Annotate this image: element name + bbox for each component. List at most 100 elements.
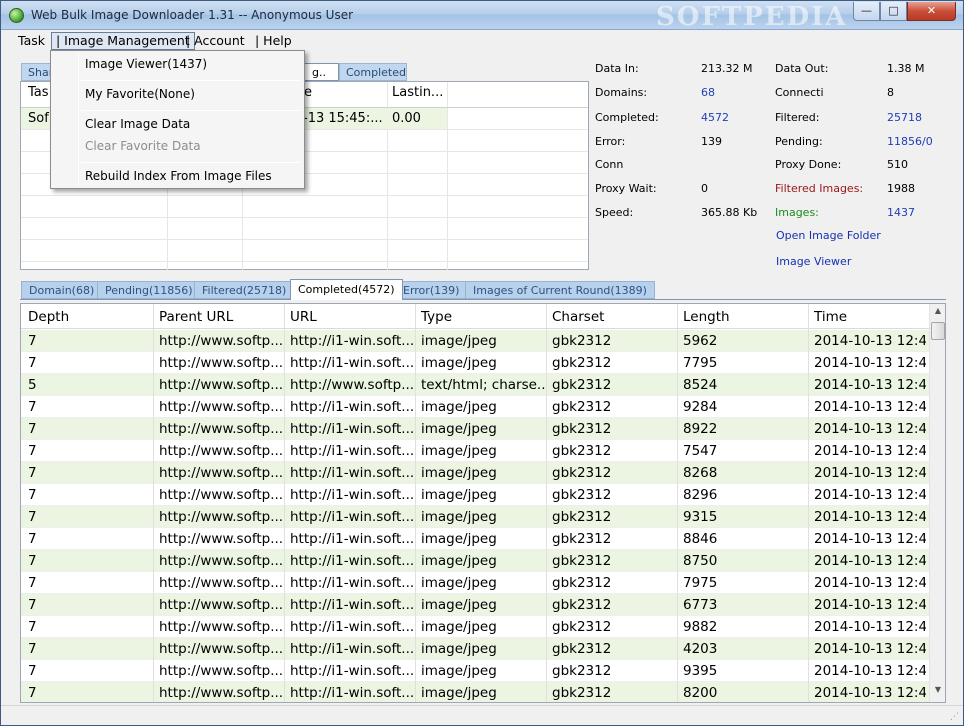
stat-proxy-done: 510 [887,158,908,171]
stat-connections-label: Connecti [775,86,824,99]
header-type[interactable]: Type [421,309,452,325]
completed-table[interactable]: Depth Parent URL URL Type Charset Length… [20,303,946,703]
scroll-down-icon[interactable]: ▼ [930,685,945,700]
table-cell: http://www.softp... [159,399,283,415]
table-row[interactable]: 7 http://www.softp... http://i1-win.soft..… [21,528,929,550]
menu-bar: Task | Image Management | Account | Help [1,31,963,51]
table-cell: 2014-10-13 12:4... [814,333,926,349]
table-row[interactable]: 7 http://www.softp... http://i1-win.soft..… [21,484,929,506]
tab-filtered[interactable]: Filtered(25718) [194,281,295,299]
tab-error[interactable]: Error(139) [395,281,468,299]
window-title: Web Bulk Image Downloader 1.31 -- Anonym… [31,8,354,22]
table-cell: http://i1-win.soft... [290,333,414,349]
table-row[interactable]: 7 http://www.softp... http://i1-win.soft..… [21,506,929,528]
table-row[interactable]: 7 http://www.softp... http://i1-win.soft..… [21,572,929,594]
menu-image-management[interactable]: | Image Management [51,32,195,50]
minimize-button[interactable]: — [853,2,880,21]
header-depth[interactable]: Depth [28,309,69,325]
table-row[interactable]: 7 http://www.softp... http://i1-win.soft..… [21,550,929,572]
tab-domain-label: Domain(68) [29,284,95,297]
close-button[interactable]: ✕ [907,2,956,21]
col-divider [546,304,547,702]
stat-conn-label: Conn [595,158,624,171]
table-row[interactable]: 7 http://www.softp... http://i1-win.soft..… [21,352,929,374]
table-cell: text/html; charse... [421,377,545,393]
tab-completed-label: Completed [346,66,406,79]
open-image-folder-link[interactable]: Open Image Folder [776,229,881,242]
stat-domains: 68 [701,86,715,99]
table-cell: http://www.softp... [159,685,283,701]
table-cell: http://www.softp... [159,663,283,679]
table-row[interactable]: 7 http://www.softp... http://i1-win.soft..… [21,396,929,418]
table-cell: 2014-10-13 12:4... [814,509,926,525]
stat-speed: 365.88 Kb [701,206,758,219]
tab-completed-tasks[interactable]: Completed [339,63,407,81]
table-row[interactable]: 7 http://www.softp... http://i1-win.soft..… [21,660,929,682]
image-viewer-link[interactable]: Image Viewer [776,255,851,268]
table-cell: 9284 [683,399,718,415]
table-cell: 8268 [683,465,718,481]
tab-domain[interactable]: Domain(68) [21,281,103,299]
tab-images-current-round[interactable]: Images of Current Round(1389) [465,281,655,299]
table-cell: http://i1-win.soft... [290,575,414,591]
table-header: Depth Parent URL URL Type Charset Length… [21,304,929,329]
maximize-icon: □ [888,4,899,17]
tab-running[interactable]: g..(1) [299,63,339,96]
task-header-2[interactable]: e [304,85,312,100]
title-bar[interactable]: Web Bulk Image Downloader 1.31 -- Anonym… [1,1,963,32]
stat-pending: 11856/0 [887,135,933,148]
stat-error-label: Error: [595,135,626,148]
stat-pending-label: Pending: [775,135,823,148]
stat-proxy-done-label: Proxy Done: [775,158,842,171]
menu-rebuild-index[interactable]: Rebuild Index From Image Files [85,166,272,186]
resize-grip-icon[interactable]: ⋰ [950,712,959,722]
table-row[interactable]: 7 http://www.softp... http://i1-win.soft..… [21,594,929,616]
task-cell: -13 15:45:... [303,111,383,126]
table-row[interactable]: 7 http://www.softp... http://i1-win.soft..… [21,462,929,484]
header-time[interactable]: Time [814,309,847,325]
col-divider [284,304,285,702]
table-cell: http://i1-win.soft... [290,531,414,547]
menu-my-favorite[interactable]: My Favorite(None) [85,84,195,104]
table-cell: image/jpeg [421,685,497,701]
table-row[interactable]: 7 http://www.softp... http://i1-win.soft..… [21,330,929,352]
tab-pending[interactable]: Pending(11856) [97,281,201,299]
table-cell: 7 [28,333,37,349]
table-cell: http://i1-win.soft... [290,663,414,679]
menu-clear-image-data[interactable]: Clear Image Data [85,114,190,134]
menu-account[interactable]: | Account [182,32,249,50]
table-cell: gbk2312 [552,531,612,547]
col-divider [447,82,448,270]
table-cell: 2014-10-13 12:4... [814,465,926,481]
header-length[interactable]: Length [683,309,730,325]
task-header-3[interactable]: Lastin... [392,85,443,100]
table-cell: 7 [28,663,37,679]
stat-connections: 8 [887,86,894,99]
table-cell: 8524 [683,377,718,393]
menu-help[interactable]: | Help [251,32,296,50]
table-cell: http://www.softp... [159,553,283,569]
tab-pending-label: Pending(11856) [105,284,193,297]
scroll-thumb[interactable] [931,322,945,340]
scroll-up-icon[interactable]: ▲ [930,306,945,321]
table-row[interactable]: 7 http://www.softp... http://i1-win.soft..… [21,440,929,462]
stat-images-label: Images: [775,206,819,219]
tab-completed[interactable]: Completed(4572) [290,279,403,300]
header-url[interactable]: URL [290,309,317,325]
header-charset[interactable]: Charset [552,309,604,325]
table-cell: 2014-10-13 12:4... [814,399,926,415]
table-row[interactable]: 7 http://www.softp... http://i1-win.soft..… [21,682,929,702]
table-cell: gbk2312 [552,487,612,503]
table-row[interactable]: 7 http://www.softp... http://i1-win.soft..… [21,418,929,440]
table-cell: 2014-10-13 12:4... [814,641,926,657]
table-cell: http://i1-win.soft... [290,597,414,613]
menu-image-viewer[interactable]: Image Viewer(1437) [85,54,207,74]
vertical-scrollbar[interactable]: ▲ ▼ [929,304,945,702]
header-parent-url[interactable]: Parent URL [159,309,233,325]
table-row[interactable]: 5 http://www.softp... http://www.softp... t… [21,374,929,396]
table-row[interactable]: 7 http://www.softp... http://i1-win.soft..… [21,638,929,660]
maximize-button[interactable]: □ [880,2,907,21]
menu-task[interactable]: Task [14,32,49,50]
task-header-1[interactable]: Tas [28,85,49,100]
table-row[interactable]: 7 http://www.softp... http://i1-win.soft..… [21,616,929,638]
